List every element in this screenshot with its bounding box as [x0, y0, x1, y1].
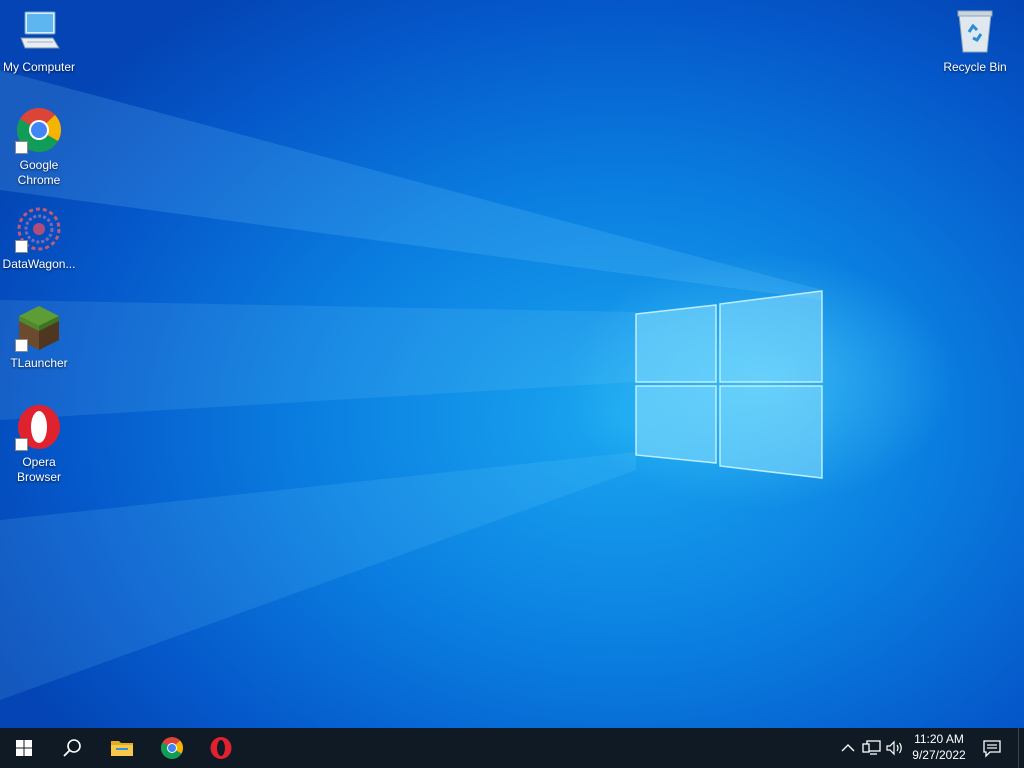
desktop-icon-label: Opera Browser	[16, 455, 61, 484]
opera-taskbar-button[interactable]	[197, 728, 245, 768]
network-icon	[862, 740, 881, 755]
chrome-icon	[161, 737, 183, 759]
computer-icon	[15, 8, 63, 56]
shortcut-arrow-icon	[15, 240, 28, 253]
shortcut-arrow-icon	[15, 339, 28, 352]
search-icon	[63, 739, 81, 757]
taskbar-clock[interactable]: 11:20 AM 9/27/2022	[905, 731, 973, 765]
desktop-icon-label: TLauncher	[10, 356, 68, 370]
shortcut-arrow-icon	[15, 141, 28, 154]
start-button[interactable]	[0, 728, 48, 768]
volume-button[interactable]	[885, 738, 905, 758]
desktop-icon-label: Recycle Bin	[943, 60, 1007, 74]
desktop-icon-google-chrome[interactable]: Google Chrome	[0, 106, 78, 188]
datawagon-icon	[15, 205, 63, 253]
desktop-icon-datawagon[interactable]: DataWagon...	[0, 205, 78, 272]
desktop-icon-my-computer[interactable]: My Computer	[0, 8, 78, 75]
minecraft-grass-block-icon	[15, 304, 63, 352]
desktop-icon-label: DataWagon...	[2, 257, 76, 271]
desktop-icon-label: Google Chrome	[17, 158, 61, 187]
file-explorer-button[interactable]	[98, 728, 146, 768]
volume-icon	[886, 740, 902, 756]
desktop-icon-label: My Computer	[2, 60, 76, 74]
shortcut-arrow-icon	[15, 438, 28, 451]
folder-icon	[111, 741, 133, 756]
notification-icon	[983, 740, 1001, 758]
clock-date: 9/27/2022	[912, 748, 966, 762]
windows-logo-icon	[16, 740, 32, 756]
desktop-icon-recycle-bin[interactable]: Recycle Bin	[936, 8, 1014, 75]
chrome-taskbar-button[interactable]	[148, 728, 196, 768]
search-button[interactable]	[48, 728, 96, 768]
show-desktop-button[interactable]	[1018, 728, 1024, 768]
windows-logo-wallpaper-art	[0, 70, 823, 700]
chrome-icon	[15, 106, 63, 154]
desktop-wallpaper[interactable]	[0, 0, 1024, 728]
chevron-up-icon	[841, 744, 855, 752]
recycle-bin-icon	[951, 8, 999, 56]
show-hidden-icons-button[interactable]	[838, 738, 858, 758]
desktop-icon-tlauncher[interactable]: TLauncher	[0, 304, 78, 371]
desktop-icon-opera-browser[interactable]: Opera Browser	[0, 403, 78, 485]
taskbar: 11:20 AM 9/27/2022	[0, 728, 1024, 768]
desktop-screen: My Computer Google Chrome DataWagon... T…	[0, 0, 1024, 768]
clock-time: 11:20 AM	[914, 732, 964, 746]
opera-icon	[210, 737, 232, 759]
network-button[interactable]	[862, 738, 882, 758]
opera-icon	[15, 403, 63, 451]
action-center-button[interactable]	[972, 728, 1012, 768]
